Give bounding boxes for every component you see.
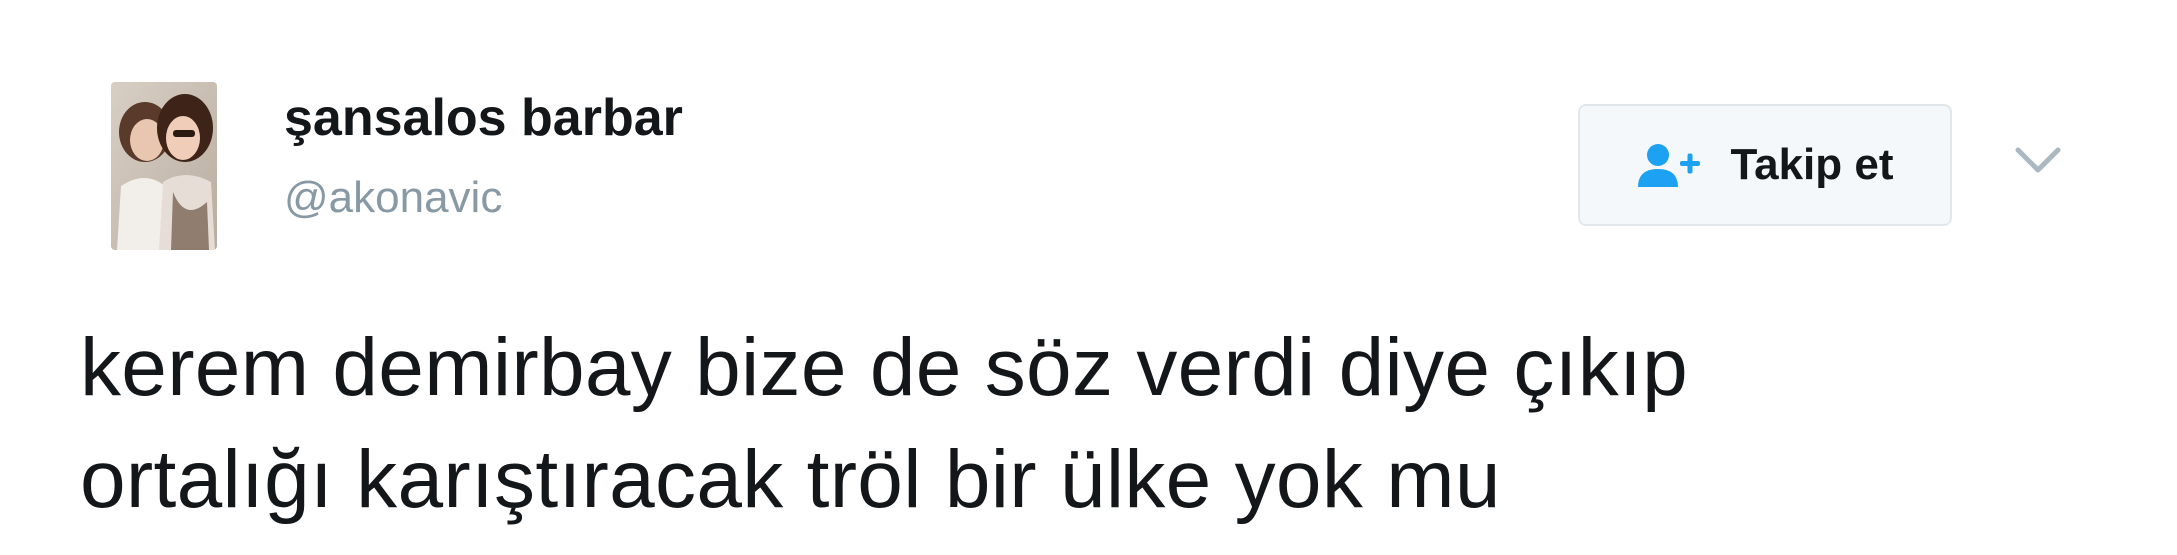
profile-photo-icon <box>111 82 217 250</box>
avatar[interactable] <box>111 82 217 250</box>
follow-button[interactable]: Takip et <box>1578 104 1952 226</box>
tweet-card: şansalos barbar @akonavic Takip et kerem… <box>0 0 2177 555</box>
add-user-icon <box>1636 141 1702 189</box>
user-handle[interactable]: @akonavic <box>284 176 502 220</box>
display-name[interactable]: şansalos barbar <box>284 92 683 144</box>
tweet-text: kerem demirbay bize de söz verdi diye çı… <box>80 312 2100 536</box>
chevron-down-icon[interactable] <box>2010 140 2066 180</box>
tweet-text-line: kerem demirbay bize de söz verdi diye çı… <box>80 322 1689 413</box>
follow-button-label: Takip et <box>1730 140 1894 189</box>
tweet-text-line: ortalığı karıştıracak tröl bir ülke yok … <box>80 434 1501 525</box>
